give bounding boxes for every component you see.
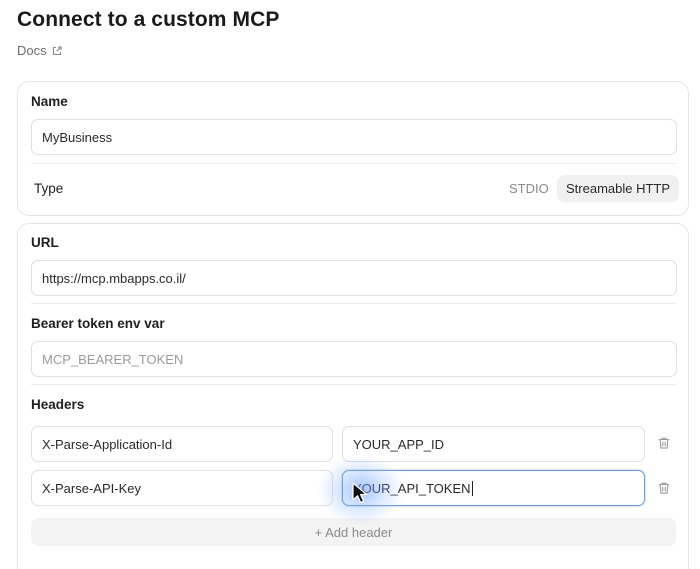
type-label: Type: [34, 181, 64, 196]
name-field[interactable]: MyBusiness: [31, 119, 677, 155]
url-field[interactable]: https://mcp.mbapps.co.il/: [31, 260, 677, 296]
trash-icon[interactable]: [657, 436, 671, 450]
header-value-field-focused[interactable]: YOUR_API_TOKEN: [342, 470, 645, 506]
header-key-field[interactable]: X-Parse-API-Key: [31, 470, 333, 506]
type-option-stdio[interactable]: STDIO: [509, 181, 549, 196]
divider: [31, 303, 677, 304]
name-type-card: Name MyBusiness Type STDIO Streamable HT…: [17, 81, 689, 216]
add-header-button[interactable]: + Add header: [31, 518, 676, 546]
bearer-token-field[interactable]: MCP_BEARER_TOKEN: [31, 341, 677, 377]
cursor-arrow-icon: [352, 482, 368, 504]
divider: [31, 163, 677, 164]
trash-icon[interactable]: [657, 481, 671, 495]
bearer-token-label: Bearer token env var: [31, 316, 165, 331]
page-title: Connect to a custom MCP: [17, 8, 280, 31]
docs-link[interactable]: Docs: [17, 43, 62, 58]
headers-label: Headers: [31, 397, 85, 412]
url-label: URL: [31, 235, 59, 250]
external-link-icon: [52, 45, 62, 55]
connection-card: URL https://mcp.mbapps.co.il/ Bearer tok…: [17, 223, 689, 569]
header-key-field[interactable]: X-Parse-Application-Id: [31, 426, 333, 462]
header-value-field[interactable]: YOUR_APP_ID: [342, 426, 645, 462]
divider: [31, 384, 677, 385]
docs-link-label: Docs: [17, 43, 47, 58]
text-caret: [471, 480, 473, 496]
name-label: Name: [31, 94, 68, 109]
type-option-streamable-http[interactable]: Streamable HTTP: [557, 175, 680, 202]
